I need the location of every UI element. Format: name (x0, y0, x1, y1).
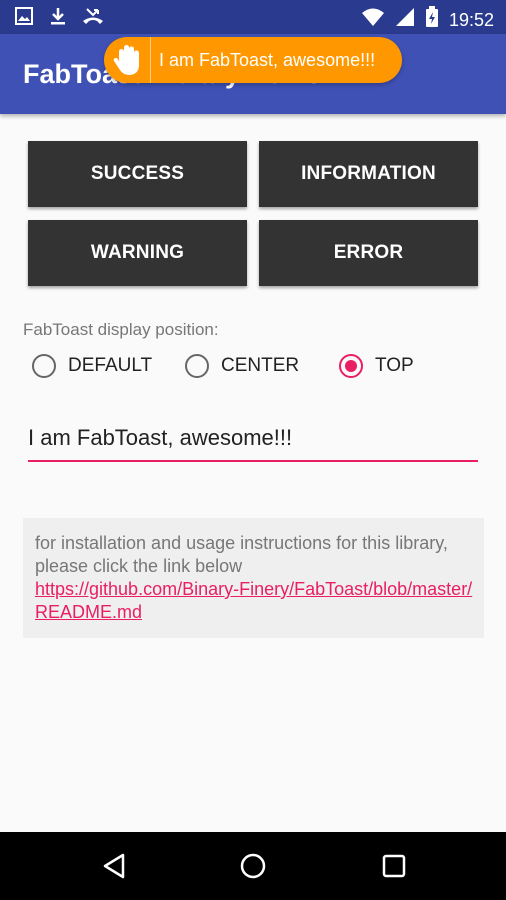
radio-default[interactable]: DEFAULT (32, 348, 152, 384)
notification-icons (14, 6, 104, 31)
radio-top-label[interactable]: TOP (375, 355, 414, 377)
download-icon (48, 6, 68, 31)
message-input[interactable] (28, 422, 478, 462)
radio-default-circle[interactable] (32, 354, 56, 378)
position-label: FabToast display position: (23, 320, 219, 339)
radio-center-circle[interactable] (185, 354, 209, 378)
radio-center-label[interactable]: CENTER (221, 355, 299, 377)
missed-call-icon (82, 6, 104, 31)
battery-icon (425, 6, 439, 33)
radio-top[interactable]: TOP (339, 348, 414, 384)
success-button[interactable]: SUCCESS (28, 141, 247, 207)
back-icon[interactable] (98, 850, 130, 882)
radio-center[interactable]: CENTER (185, 348, 299, 384)
info-box: for installation and usage instructions … (23, 518, 484, 638)
warning-button[interactable]: WARNING (28, 220, 247, 286)
info-text-block: for installation and usage instructions … (35, 532, 475, 624)
radio-top-circle[interactable] (339, 354, 363, 378)
readme-link[interactable]: https://github.com/Binary-Finery/FabToas… (35, 579, 472, 622)
toast-message: I am FabToast, awesome!!! (159, 49, 376, 70)
image-icon (14, 6, 34, 31)
fab-toast: I am FabToast, awesome!!! (104, 37, 402, 83)
information-button[interactable]: INFORMATION (259, 141, 478, 207)
info-text: for installation and usage instructions … (35, 533, 448, 576)
signal-icon (395, 7, 415, 32)
hand-icon (104, 37, 151, 83)
navigation-bar (0, 832, 506, 900)
home-icon[interactable] (237, 850, 269, 882)
radio-default-label[interactable]: DEFAULT (68, 355, 152, 377)
status-time: 19:52 (448, 9, 494, 30)
status-bar: 19:52 (0, 0, 506, 34)
system-icons: 19:52 (361, 6, 494, 33)
wifi-icon (361, 7, 385, 32)
recents-icon[interactable] (378, 850, 410, 882)
error-button[interactable]: ERROR (259, 220, 478, 286)
